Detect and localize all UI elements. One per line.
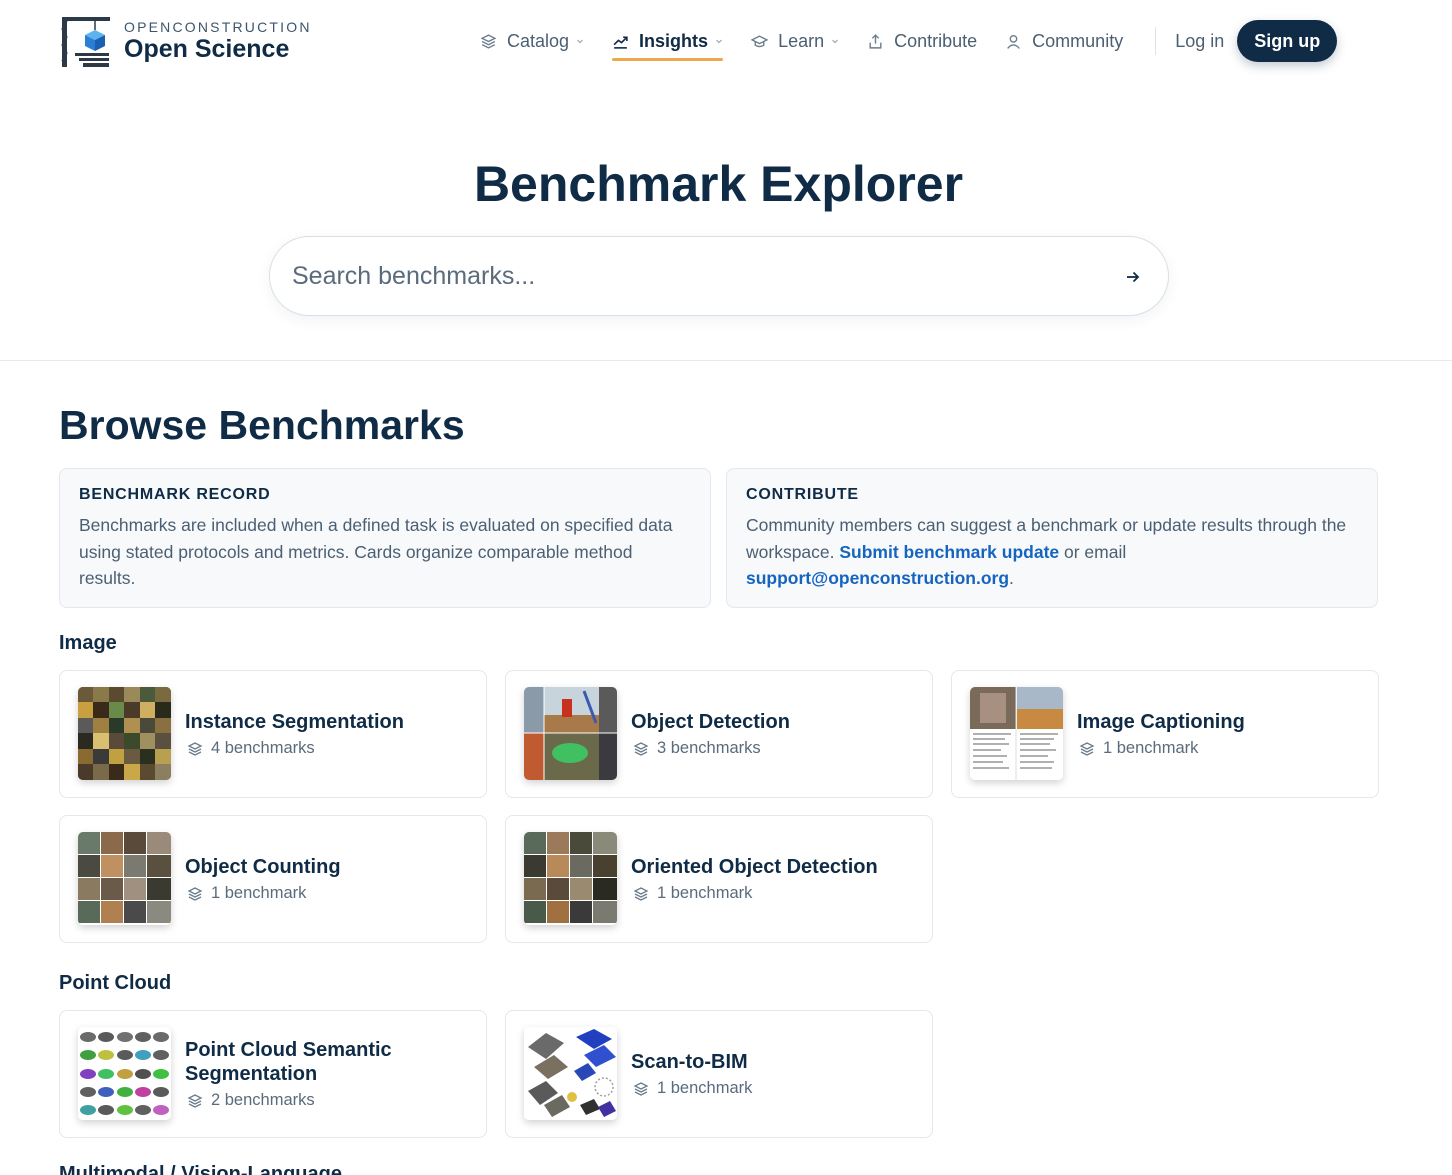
card-count: 1 benchmark (1077, 739, 1368, 758)
nav-contribute-label: Contribute (894, 30, 978, 51)
card-count: 1 benchmark (631, 1079, 922, 1098)
card-title: Object Detection (631, 711, 790, 733)
section-title-point-cloud: Point Cloud (59, 972, 172, 994)
contribute-text-middle: or email (1059, 541, 1127, 562)
nav-separator (1155, 27, 1157, 55)
support-email-link[interactable]: support@openconstruction.org (746, 568, 1009, 588)
brand-text: OPENCONSTRUCTION Open Science (124, 19, 312, 63)
card-scan-to-bim[interactable]: Scan-to-BIM 1 benchmark (505, 1010, 933, 1138)
browse-title: Browse Benchmarks (59, 402, 465, 448)
card-count: 3 benchmarks (631, 739, 922, 758)
chevron-down-icon (832, 39, 839, 44)
user-icon (1007, 34, 1021, 49)
card-thumbnail (78, 687, 171, 780)
card-count-label: 1 benchmark (657, 884, 753, 902)
card-count: 1 benchmark (185, 884, 476, 903)
card-count-label: 4 benchmarks (211, 739, 315, 757)
card-body: Point Cloud Semantic Segmentation 2 benc… (185, 1011, 476, 1137)
card-title: Instance Segmentation (185, 711, 404, 733)
card-title: Image Captioning (1077, 711, 1245, 733)
card-count: 4 benchmarks (185, 739, 476, 758)
card-oriented-object-detection[interactable]: Oriented Object Detection 1 benchmark (505, 815, 933, 943)
card-count-label: 1 benchmark (1103, 739, 1199, 757)
nav-community-label: Community (1032, 30, 1124, 51)
crane-cube-logo-icon (59, 13, 113, 69)
card-title: Oriented Object Detection (631, 856, 878, 878)
nav-catalog[interactable]: Catalog (480, 22, 584, 60)
section-title-image: Image (59, 632, 117, 654)
layers-icon (187, 886, 203, 901)
layers-icon (633, 1081, 649, 1096)
card-count-label: 3 benchmarks (657, 739, 761, 757)
nav-learn[interactable]: Learn (751, 22, 839, 60)
page-title: Benchmark Explorer (473, 156, 964, 212)
card-thumbnail (78, 832, 171, 925)
card-body: Object Detection 3 benchmarks (631, 671, 922, 797)
benchmark-record-heading: BENCHMARK RECORD (79, 486, 271, 503)
card-point-cloud-semantic-segmentation[interactable]: Point Cloud Semantic Segmentation 2 benc… (59, 1010, 487, 1138)
card-thumbnail (524, 1027, 617, 1120)
arrow-right-icon[interactable] (1122, 266, 1144, 288)
nav-insights-label: Insights (639, 30, 709, 51)
card-object-counting[interactable]: Object Counting 1 benchmark (59, 815, 487, 943)
card-image-captioning[interactable]: Image Captioning 1 benchmark (951, 670, 1379, 798)
card-count-label: 1 benchmark (657, 1079, 753, 1097)
hero-divider (0, 360, 1452, 361)
signup-button[interactable]: Sign up (1237, 20, 1338, 62)
contribute-box: CONTRIBUTE Community members can suggest… (726, 468, 1378, 608)
card-body: Object Counting 1 benchmark (185, 816, 476, 942)
nav-learn-label: Learn (778, 30, 825, 51)
main-nav: Catalog Insights Learn Contribute Commun… (480, 20, 1338, 62)
layers-icon (633, 741, 649, 756)
nav-contribute[interactable]: Contribute (867, 22, 977, 60)
graduation-cap-icon (751, 34, 769, 47)
nav-community[interactable]: Community (1005, 22, 1123, 60)
card-count: 1 benchmark (631, 884, 922, 903)
card-title: Point Cloud Semantic Segmentation (185, 1039, 392, 1085)
card-body: Image Captioning 1 benchmark (1077, 671, 1368, 797)
brand-name: Open Science (124, 35, 290, 63)
upload-icon (869, 33, 882, 49)
nav-insights[interactable]: Insights (612, 22, 724, 61)
trend-icon (613, 35, 628, 49)
card-body: Scan-to-BIM 1 benchmark (631, 1011, 922, 1137)
card-instance-segmentation[interactable]: Instance Segmentation 4 benchmarks (59, 670, 487, 798)
chevron-down-icon (716, 39, 722, 44)
card-title: Scan-to-BIM (631, 1051, 748, 1073)
contribute-text-end: . (1009, 568, 1014, 588)
card-body: Instance Segmentation 4 benchmarks (185, 671, 476, 797)
site-header: OPENCONSTRUCTION Open Science Catalog In… (0, 0, 1452, 82)
search-bar (269, 236, 1169, 316)
layers-icon (187, 741, 203, 756)
benchmark-record-box: BENCHMARK RECORD Benchmarks are included… (59, 468, 711, 608)
card-body: Oriented Object Detection 1 benchmark (631, 816, 922, 942)
card-count-label: 1 benchmark (211, 884, 307, 902)
section-title-multimodal: Multimodal / Vision-Language (59, 1163, 342, 1175)
layers-icon (633, 886, 649, 901)
card-title: Object Counting (185, 856, 341, 878)
login-link[interactable]: Log in (1175, 31, 1224, 52)
contribute-heading: CONTRIBUTE (746, 486, 859, 503)
card-object-detection[interactable]: Object Detection 3 benchmarks (505, 670, 933, 798)
card-thumbnail (78, 1027, 171, 1120)
card-thumbnail (970, 687, 1063, 780)
chevron-down-icon (577, 39, 583, 44)
layers-icon (1079, 741, 1095, 756)
search-input[interactable] (292, 237, 1092, 315)
card-count-label: 2 benchmarks (211, 1091, 315, 1109)
submit-benchmark-link[interactable]: Submit benchmark update (839, 542, 1059, 562)
layers-icon (480, 33, 497, 49)
card-count: 2 benchmarks (185, 1091, 476, 1110)
brand-sub: OPENCONSTRUCTION (124, 19, 312, 35)
card-thumbnail (524, 687, 617, 780)
contribute-text: Community members can suggest a benchmar… (746, 512, 1358, 592)
nav-catalog-label: Catalog (507, 30, 570, 51)
layers-icon (187, 1093, 203, 1108)
benchmark-record-text: Benchmarks are included when a defined t… (79, 515, 673, 588)
brand-logo[interactable]: OPENCONSTRUCTION Open Science (59, 13, 312, 69)
card-thumbnail (524, 832, 617, 925)
